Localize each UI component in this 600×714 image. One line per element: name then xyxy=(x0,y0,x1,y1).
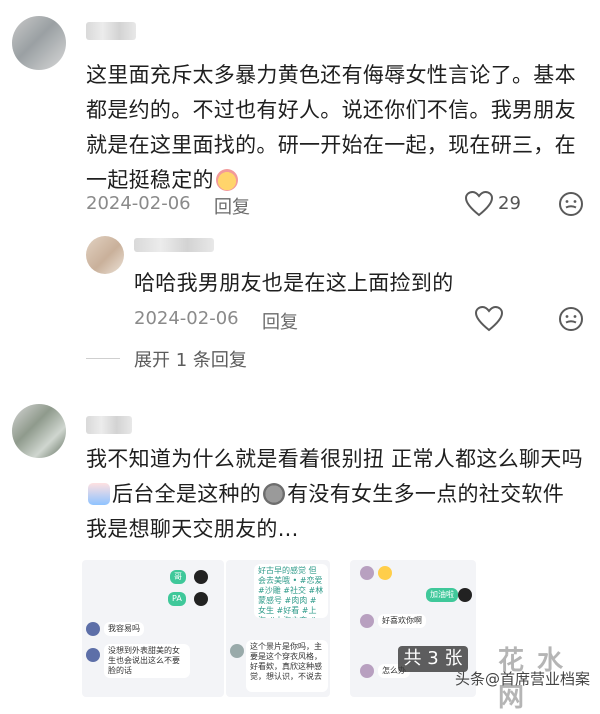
chat-avatar xyxy=(194,570,208,584)
chat-avatar xyxy=(360,664,374,678)
gray-face-emoji-icon xyxy=(263,483,286,505)
image-thumbnail-2[interactable]: 好古早的感觉 但会去美哦 • #恋爱 #沙雕 #社交 #林蒙感号 #肉肉 #女生… xyxy=(226,560,330,697)
chat-bubble: 好古早的感觉 但会去美哦 • #恋爱 #沙雕 #社交 #林蒙感号 #肉肉 #女生… xyxy=(254,564,328,618)
username-reply[interactable] xyxy=(134,238,214,252)
chat-avatar xyxy=(360,566,374,580)
username-2[interactable] xyxy=(86,416,132,434)
chat-avatar xyxy=(86,622,100,636)
reply-date: 2024-02-06 xyxy=(134,308,239,329)
dislike-face-button-1[interactable] xyxy=(558,191,584,217)
heart-icon xyxy=(474,305,504,332)
reply-body: 哈哈我男朋友也是在这上面捡到的 xyxy=(134,271,454,295)
comment-line: 我是想聊天交朋友的... xyxy=(86,517,299,541)
chat-avatar xyxy=(458,588,472,602)
reply-button-2[interactable]: 回复 xyxy=(262,308,298,334)
like-button-2[interactable] xyxy=(474,305,504,333)
expand-divider xyxy=(86,358,120,359)
user-avatar-reply[interactable] xyxy=(86,236,124,274)
like-button-1[interactable] xyxy=(464,190,494,218)
chat-bubble: 好喜欢你啊 xyxy=(378,614,426,628)
comment-line: 后台全是这种的 有没有女生多一点的社交软件 xyxy=(86,477,596,512)
user-avatar-1[interactable] xyxy=(12,16,66,70)
reply-button-1[interactable]: 回复 xyxy=(214,193,250,219)
expand-replies-button[interactable]: 展开 1 条回复 xyxy=(134,346,247,372)
watermark-logo: 花 水 网 xyxy=(498,646,566,713)
username-1[interactable] xyxy=(86,22,136,40)
comment-line: 都是约的。不过也有好人。说还你们不信。我男朋友 xyxy=(86,98,576,122)
chat-bubble: 我容易吗 xyxy=(104,622,144,636)
dislike-face-button-2[interactable] xyxy=(558,306,584,332)
chat-avatar xyxy=(194,592,208,606)
sticker-emoji-icon xyxy=(88,483,110,505)
like-count-1: 29 xyxy=(498,193,521,214)
comment-line: 我不知道为什么就是看着很别扭 正常人都这么聊天吗 xyxy=(86,447,583,471)
image-thumbnail-1[interactable]: 哥 PA 我容易吗 没想到外表甜美的女生也会说出这么不要脸的话 xyxy=(82,560,224,697)
comment-body-2: 我不知道为什么就是看着很别扭 正常人都这么聊天吗 后台全是这种的 有没有女生多一点… xyxy=(86,442,596,547)
user-avatar-2[interactable] xyxy=(12,404,66,458)
chat-bubble: 加油啦 xyxy=(426,588,458,602)
chat-bubble: PA xyxy=(168,592,186,606)
crying-laugh-emoji-icon xyxy=(215,169,238,191)
comment-line: 这里面充斥太多暴力黄色还有侮辱女性言论了。基本 xyxy=(86,63,576,87)
comment-date-1: 2024-02-06 xyxy=(86,193,191,214)
chat-bubble: 没想到外表甜美的女生也会说出这么不要脸的话 xyxy=(104,644,190,678)
chat-bubble: 哥 xyxy=(170,570,186,584)
heart-icon xyxy=(464,190,494,217)
chat-avatar xyxy=(230,644,244,658)
chat-avatar xyxy=(360,614,374,628)
neutral-face-icon xyxy=(559,192,583,216)
chat-bubble: 这个景片是你吗，主要是这个穿衣风格，好看欸，真欣这种感觉，想认识，不说去 xyxy=(246,640,328,692)
smile-emoji-icon xyxy=(378,566,392,580)
comment-body-1: 这里面充斥太多暴力黄色还有侮辱女性言论了。基本 都是约的。不过也有好人。说还你们… xyxy=(86,58,596,198)
comment-line: 就是在这里面找的。研一开始在一起，现在研三，在 xyxy=(86,133,576,157)
chat-avatar xyxy=(86,648,100,662)
neutral-face-icon xyxy=(559,307,583,331)
watermark-left-text: 头条 xyxy=(455,670,486,688)
